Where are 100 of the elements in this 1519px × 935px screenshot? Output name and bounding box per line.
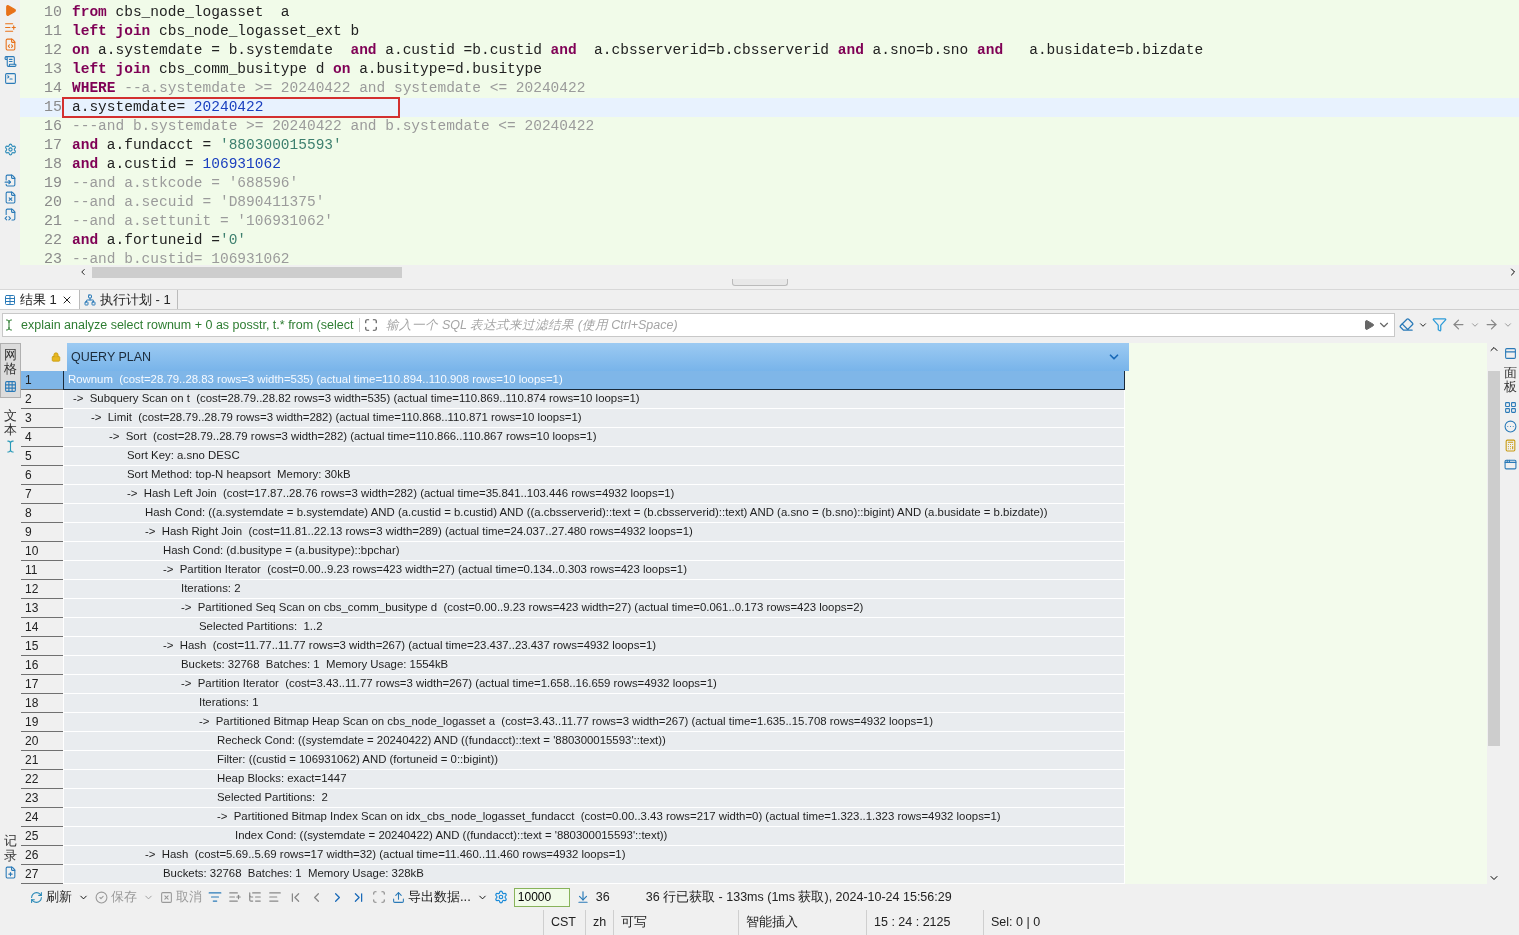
plan-cell: Hash Cond: ((a.systemdate = b.systemdate) AND (a.custid = b.custid) AND ((a.cbsserverid)::text = (b.cbsserverid)::text) AND (a.sno = (b.sno)::bigint) AND (a.busidate = b.bizdate)) bbox=[63, 504, 1125, 524]
row-number[interactable]: 13 bbox=[21, 599, 63, 619]
grid-icon[interactable] bbox=[1503, 400, 1517, 414]
line-number: 15 bbox=[43, 99, 63, 116]
export-button[interactable]: 导出数据... bbox=[392, 888, 471, 907]
grid-icon bbox=[4, 379, 17, 393]
row-number[interactable]: 22 bbox=[21, 770, 63, 790]
settings-icon[interactable] bbox=[493, 890, 508, 905]
row-number[interactable]: 3 bbox=[21, 409, 63, 429]
fetch-all-icon[interactable] bbox=[575, 890, 590, 905]
row-number[interactable]: 27 bbox=[21, 865, 63, 885]
result-tab[interactable]: 结果 1 bbox=[0, 290, 80, 310]
row-number[interactable]: 9 bbox=[21, 523, 63, 543]
terminal-icon[interactable] bbox=[3, 72, 17, 85]
file-code-icon[interactable] bbox=[3, 208, 17, 221]
add-row-icon[interactable] bbox=[228, 890, 242, 905]
apply-filter-icon[interactable] bbox=[1363, 318, 1375, 331]
scrollbar-thumb[interactable] bbox=[92, 266, 402, 278]
plan-cell: Buckets: 32768 Batches: 1 Memory Usage: 1554kB bbox=[63, 656, 1125, 676]
row-number[interactable]: 8 bbox=[21, 504, 63, 524]
panels-tab[interactable]: 面板 bbox=[1503, 366, 1517, 395]
eraser-icon[interactable] bbox=[1399, 317, 1414, 333]
row-number[interactable]: 12 bbox=[21, 580, 63, 600]
row-number[interactable]: 23 bbox=[21, 789, 63, 809]
line-number: 19 bbox=[43, 175, 63, 192]
scroll-left-icon[interactable] bbox=[78, 267, 88, 278]
file-delete-icon[interactable] bbox=[3, 191, 17, 204]
row-number[interactable]: 14 bbox=[21, 618, 63, 638]
row-number[interactable]: 20 bbox=[21, 732, 63, 752]
status-item: CST bbox=[543, 910, 585, 935]
column-header[interactable]: QUERY PLAN bbox=[67, 343, 1129, 372]
line-number: 13 bbox=[43, 61, 63, 78]
fit-icon[interactable] bbox=[372, 890, 386, 905]
code-line: ---and b.systemdate >= 20240422 and b.systemdate <= 20240422 bbox=[71, 117, 596, 136]
script-icon[interactable] bbox=[3, 38, 17, 51]
row-number[interactable]: 26 bbox=[21, 846, 63, 866]
document-icon[interactable] bbox=[3, 55, 17, 68]
row-number[interactable]: 17 bbox=[21, 675, 63, 695]
row-number[interactable]: 4 bbox=[21, 428, 63, 448]
window-icon[interactable] bbox=[1503, 457, 1517, 471]
filter-input[interactable]: 输入一个 SQL 表达式来过滤结果 (使用 Ctrl+Space) bbox=[382, 312, 1360, 337]
back-icon[interactable] bbox=[1451, 317, 1466, 333]
fetch-status: 36 行已获取 - 133ms (1ms 获取), 2024-10-24 15:56:29 bbox=[645, 888, 952, 906]
scrollbar-thumb[interactable] bbox=[1488, 371, 1500, 747]
plan-cell: -> Partition Iterator (cost=0.00..9.23 rows=423 width=27) (actual time=0.134..0.303 rows=423 loops=1) bbox=[63, 561, 1125, 581]
x-square-icon bbox=[160, 890, 173, 904]
row-number[interactable]: 25 bbox=[21, 827, 63, 847]
file-plus-icon bbox=[4, 866, 17, 880]
row-number[interactable]: 5 bbox=[21, 447, 63, 467]
plan-cell: -> Limit (cost=28.79..28.79 rows=3 width=282) (actual time=110.868..110.871 rows=10 loops=1) bbox=[63, 409, 1125, 429]
line-number: 23 bbox=[43, 251, 63, 265]
plan-cell: Hash Cond: (d.busitype = (a.busitype)::bpchar) bbox=[63, 542, 1125, 562]
code-line: --and a.stkcode = '688596' bbox=[71, 174, 300, 193]
plan-cell: Buckets: 32768 Batches: 1 Memory Usage: 328kB bbox=[63, 865, 1125, 885]
row-number[interactable]: 1 bbox=[21, 371, 63, 391]
status-item: Sel: 0 | 0 bbox=[983, 910, 1043, 935]
status-item: 15 : 24 : 2125 bbox=[866, 910, 983, 935]
settings-icon[interactable] bbox=[3, 143, 17, 156]
code-line: --and a.secuid = 'D890411375' bbox=[71, 193, 326, 212]
row-number[interactable]: 21 bbox=[21, 751, 63, 771]
plan-cell: Filter: ((custid = 106931062) AND (fortuneid = 0::bigint)) bbox=[63, 751, 1125, 771]
line-number: 21 bbox=[43, 213, 63, 230]
expand-icon[interactable] bbox=[364, 317, 379, 332]
view-tab[interactable]: 文本 bbox=[0, 403, 21, 459]
plan-cell: -> Partitioned Seq Scan on cbs_comm_busitype d (cost=0.00..9.23 rows=423 width=27) (actual time=0.061..0.173 rows=423 loops=2) bbox=[63, 599, 1125, 619]
plan-cell: Recheck Cond: ((systemdate = 20240422) AND ((fundacct)::text = '880300015593'::text)) bbox=[63, 732, 1125, 752]
filter-icon[interactable] bbox=[1432, 317, 1447, 333]
file-import-icon[interactable] bbox=[3, 174, 17, 187]
lock-icon bbox=[51, 352, 61, 363]
query-text: explain analyze select rownum + 0 as posstr, t.* from (select bbox=[19, 317, 361, 332]
row-number[interactable]: 19 bbox=[21, 713, 63, 733]
row-number[interactable]: 11 bbox=[21, 561, 63, 581]
panel-icon[interactable] bbox=[1503, 347, 1517, 361]
diagram-icon bbox=[83, 293, 96, 306]
row-number[interactable]: 15 bbox=[21, 637, 63, 657]
code-line: --and b.custid= 106931062 bbox=[71, 250, 291, 265]
row-number[interactable]: 6 bbox=[21, 466, 63, 486]
calculator-icon[interactable] bbox=[1503, 438, 1517, 452]
row-number[interactable]: 18 bbox=[21, 694, 63, 714]
fetch-size-field[interactable]: 10000 bbox=[513, 887, 570, 907]
view-tab[interactable]: 网格 bbox=[0, 343, 21, 398]
splitter-handle[interactable] bbox=[731, 279, 788, 287]
line-number: 17 bbox=[43, 137, 63, 154]
more-icon[interactable] bbox=[1503, 419, 1517, 433]
forward-icon[interactable] bbox=[1484, 317, 1499, 333]
plan-cell: -> Hash (cost=11.77..11.77 rows=3 width=267) (actual time=23.437..23.437 rows=4932 loops=1) bbox=[63, 637, 1125, 657]
plan-cell: -> Hash Left Join (cost=17.87..28.76 rows=3 width=282) (actual time=35.841..103.446 rows=4932 loops=1) bbox=[63, 485, 1125, 505]
row-number[interactable]: 24 bbox=[21, 808, 63, 828]
plan-cell: -> Partition Iterator (cost=3.43..11.77 rows=3 width=267) (actual time=1.658..16.659 rows=4932 loops=1) bbox=[63, 675, 1125, 695]
line-number: 11 bbox=[43, 23, 63, 40]
row-number[interactable]: 16 bbox=[21, 656, 63, 676]
text-cursor-icon bbox=[4, 440, 17, 454]
row-number[interactable]: 7 bbox=[21, 485, 63, 505]
row-number[interactable]: 10 bbox=[21, 542, 63, 562]
refresh-button[interactable]: 刷新 bbox=[30, 888, 72, 907]
run-icon[interactable] bbox=[3, 4, 17, 17]
record-tab[interactable]: 记录 bbox=[0, 829, 21, 885]
row-number[interactable]: 2 bbox=[21, 390, 63, 410]
plan-cell: -> Hash Right Join (cost=11.81..22.13 rows=3 width=289) (actual time=24.037..27.480 rows=4932 loops=1) bbox=[63, 523, 1125, 543]
line-number: 14 bbox=[43, 80, 63, 97]
